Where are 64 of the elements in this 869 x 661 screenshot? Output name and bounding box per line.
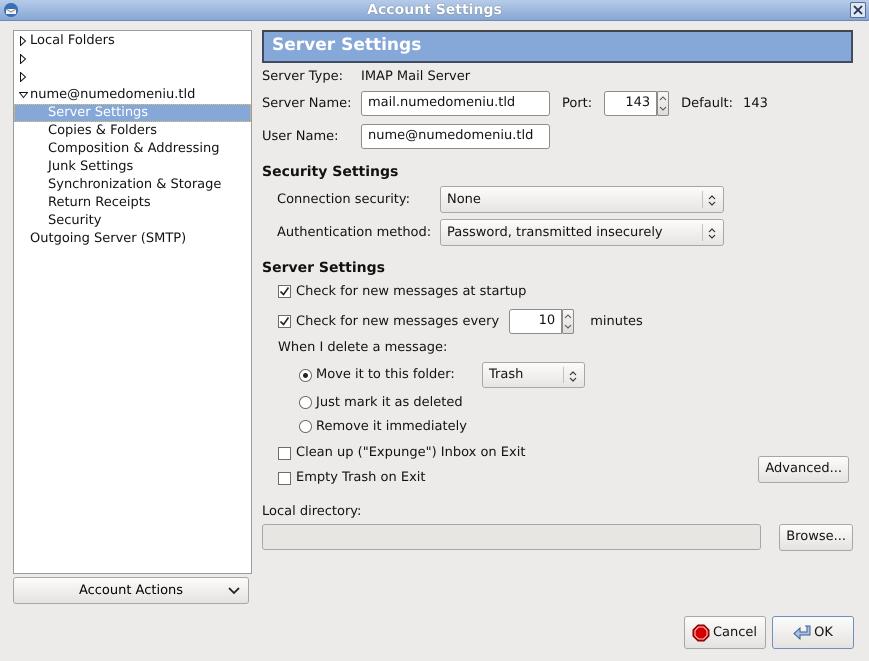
- return-arrow-icon: [793, 624, 812, 641]
- tree-item[interactable]: Copies & Folders: [14, 122, 251, 140]
- stop-icon: [692, 624, 710, 642]
- default-port-value: 143: [743, 96, 768, 112]
- radio-button[interactable]: [299, 420, 312, 434]
- spin-buttons[interactable]: [562, 309, 574, 334]
- field-label: Port:: [562, 96, 592, 112]
- minutes-label: minutes: [590, 314, 643, 330]
- field-label: When I delete a message:: [278, 340, 448, 357]
- folder-dropdown[interactable]: Trash: [482, 362, 585, 388]
- spin-buttons[interactable]: [657, 91, 670, 116]
- check-icon: [279, 286, 290, 298]
- account-actions-button[interactable]: Account Actions: [13, 577, 249, 604]
- checkbox[interactable]: [278, 472, 291, 485]
- tree-item[interactable]: Return Receipts: [14, 194, 251, 212]
- tree-item[interactable]: nume@numedomeniu.tld: [14, 86, 251, 104]
- field-label: User Name:: [262, 128, 340, 144]
- server-name-field[interactable]: mail.numedomeniu.tld: [361, 91, 550, 116]
- field-label: Connection security:: [277, 192, 412, 208]
- panel-header: Server Settings: [262, 30, 853, 63]
- minutes-field[interactable]: 10: [509, 309, 562, 334]
- field-label: Default:: [681, 96, 734, 112]
- field-label: Just mark it as deleted: [316, 394, 463, 410]
- radio-button[interactable]: [299, 396, 312, 410]
- dropdown[interactable]: None: [440, 186, 724, 213]
- field-label: Authentication method:: [277, 224, 432, 240]
- radio-button[interactable]: [299, 368, 312, 382]
- window-title: Account Settings: [367, 2, 502, 18]
- tree-item[interactable]: Security: [14, 212, 251, 230]
- checkbox[interactable]: [278, 446, 291, 460]
- section-heading: Security Settings: [262, 164, 400, 181]
- port-field[interactable]: 143: [604, 91, 658, 116]
- section-heading: Server Settings: [262, 260, 386, 277]
- dropdown[interactable]: Password, transmitted insecurely: [440, 218, 724, 246]
- field-label: Server Type:: [262, 69, 344, 85]
- field-label: Move it to this folder:: [316, 367, 456, 383]
- tree-item[interactable]: Composition & Addressing: [14, 140, 251, 158]
- ok-button[interactable]: OK: [772, 616, 854, 649]
- check-icon: [279, 316, 290, 328]
- user-name-field[interactable]: nume@numedomeniu.tld: [361, 124, 550, 149]
- advanced-button[interactable]: Advanced...: [758, 456, 849, 483]
- up-down-icon: [708, 228, 716, 239]
- tree-item[interactable]: Outgoing Server (SMTP): [14, 230, 251, 248]
- up-down-icon: [569, 371, 577, 382]
- checkbox[interactable]: [278, 315, 291, 328]
- field-label: Server Name:: [262, 96, 352, 112]
- tree-item[interactable]: Synchronization & Storage: [14, 176, 251, 194]
- close-button[interactable]: [850, 2, 866, 18]
- chevron-down-icon: [228, 587, 240, 595]
- collapse-icon: [19, 90, 28, 100]
- cancel-button[interactable]: Cancel: [684, 616, 766, 649]
- tree-item[interactable]: Junk Settings: [14, 158, 251, 176]
- field-label: Local directory:: [262, 504, 362, 521]
- tree-item[interactable]: Local Folders: [14, 32, 251, 50]
- field-label: Empty Trash on Exit: [296, 470, 426, 486]
- field-label: Remove it immediately: [316, 418, 467, 434]
- app-icon: [3, 2, 19, 18]
- field-label: Check for new messages every: [296, 314, 500, 330]
- up-down-icon: [708, 194, 716, 206]
- close-icon: [853, 5, 863, 15]
- checkbox[interactable]: [278, 285, 291, 298]
- field-label: Check for new messages at startup: [296, 284, 526, 300]
- server-type-value: IMAP Mail Server: [361, 69, 470, 85]
- field-label: Clean up ("Expunge") Inbox on Exit: [296, 445, 526, 461]
